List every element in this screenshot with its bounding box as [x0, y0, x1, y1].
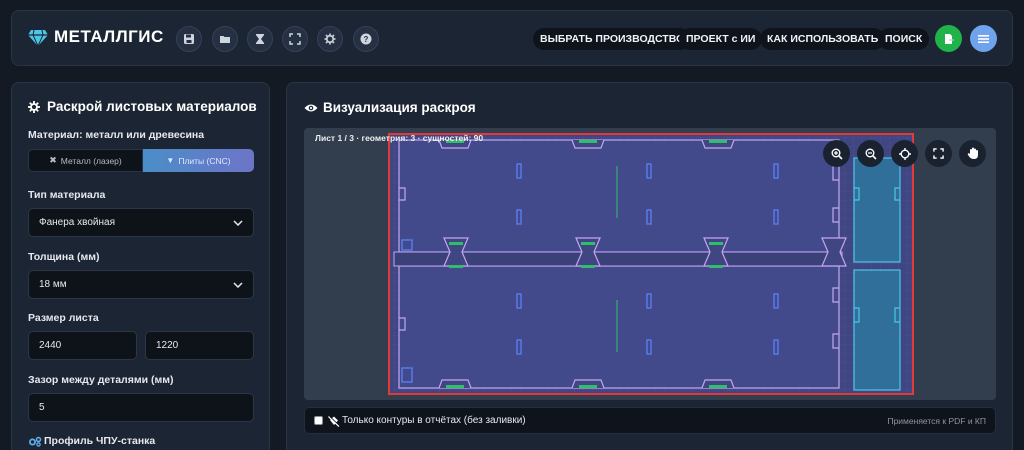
help-button[interactable]: ?: [353, 26, 379, 52]
settings-button[interactable]: [317, 26, 343, 52]
hourglass-button[interactable]: [247, 26, 273, 52]
choose-production-button[interactable]: ВЫБРАТЬ ПРОИЗВОДСТВО: [533, 28, 692, 50]
material-plates-option[interactable]: ▼ Плиты (CNC): [143, 149, 254, 172]
zoom-in-button[interactable]: [823, 140, 850, 167]
pan-button[interactable]: [959, 140, 986, 167]
hamburger-menu-icon: [978, 34, 989, 43]
visualization-panel: Визуализация раскроя Лист 1 / 3 · геомет…: [286, 82, 1013, 450]
sheet-size-label: Размер листа: [28, 312, 99, 324]
gear-icon: [28, 101, 40, 113]
cogs-icon: [29, 436, 42, 447]
export-button[interactable]: [935, 25, 962, 52]
zoom-out-button[interactable]: [857, 140, 884, 167]
fit-screen-icon: [933, 148, 944, 159]
thickness-label: Толщина (мм): [28, 251, 100, 263]
fill-drip-slash-icon: [328, 416, 340, 427]
sheet-info: Лист 1 / 3 · геометрия: 3 · сущностей: 9…: [315, 133, 484, 143]
cutting-settings-panel: Раскрой листовых материалов Материал: ме…: [11, 82, 270, 450]
sheet-height-input[interactable]: 1220: [145, 331, 254, 360]
outline-only-label: Только контуры в отчётах (без заливки): [342, 415, 526, 426]
fit-screen-button[interactable]: [925, 140, 952, 167]
gap-input[interactable]: 5: [28, 393, 254, 422]
material-metal-label: Металл (лазер): [60, 155, 122, 166]
scissors-icon: ✖: [49, 155, 57, 165]
gear-icon: [324, 33, 336, 45]
panel-title: Раскрой листовых материалов: [47, 99, 257, 114]
help-icon: ?: [360, 33, 372, 45]
material-type-value: Фанера хвойная: [39, 217, 115, 228]
save-icon: [184, 34, 194, 44]
panel-title: Визуализация раскроя: [323, 100, 476, 115]
material-plates-label: Плиты (CNC): [178, 155, 231, 166]
save-button[interactable]: [176, 26, 202, 52]
top-header: МЕТАЛЛГИС ? ВЫБРАТЬ ПРОИЗВОДСТВО ПРОЕКТ …: [11, 10, 1013, 66]
fullscreen-button[interactable]: [282, 26, 308, 52]
menu-button[interactable]: [970, 25, 997, 52]
part-right-side: [853, 157, 901, 391]
report-options-bar: Только контуры в отчётах (без заливки) П…: [304, 407, 996, 434]
gap-label: Зазор между деталями (мм): [28, 374, 174, 386]
folder-icon: [220, 36, 230, 43]
diamond-logo-icon: [28, 29, 48, 47]
part-lower-panel: [398, 265, 840, 389]
search-button[interactable]: ПОИСК: [878, 28, 930, 50]
cnc-profile-label: Профиль ЧПУ-станка: [44, 435, 156, 447]
hand-icon: [967, 147, 978, 159]
outline-only-checkbox[interactable]: [314, 416, 323, 425]
zoom-out-icon: [865, 148, 877, 160]
open-folder-button[interactable]: [212, 26, 238, 52]
sheet-width-input[interactable]: 2440: [28, 331, 137, 360]
material-metal-option[interactable]: ✖ Металл (лазер): [28, 149, 143, 172]
part-upper-panel: [398, 139, 840, 253]
material-type-select[interactable]: Фанера хвойная: [28, 208, 254, 237]
thickness-select[interactable]: 18 мм: [28, 270, 254, 299]
hourglass-icon: [256, 34, 264, 44]
ai-project-button[interactable]: ПРОЕКТ с ИИ: [679, 28, 763, 50]
file-export-icon: [944, 33, 955, 44]
zoom-in-icon: [831, 148, 843, 160]
app-title: МЕТАЛЛГИС: [54, 27, 164, 46]
material-type-label: Тип материала: [28, 189, 106, 201]
applies-note: Применяется к PDF и КП: [887, 416, 986, 426]
drill-icon: ▼: [166, 156, 175, 165]
svg-text:?: ?: [364, 35, 369, 44]
eye-icon: [304, 104, 318, 112]
nesting-canvas[interactable]: Лист 1 / 3 · геометрия: 3 · сущностей: 9…: [304, 128, 996, 400]
crosshair-icon: [898, 147, 911, 160]
nesting-drawing: [388, 133, 914, 395]
how-to-use-button[interactable]: КАК ИСПОЛЬЗОВАТЬ: [760, 28, 886, 50]
chevron-down-icon: [233, 281, 243, 288]
chevron-down-icon: [233, 219, 243, 226]
fullscreen-icon: [289, 33, 301, 45]
center-view-button[interactable]: [891, 140, 918, 167]
material-label: Материал: металл или древесина: [28, 129, 205, 141]
thickness-value: 18 мм: [39, 279, 67, 290]
